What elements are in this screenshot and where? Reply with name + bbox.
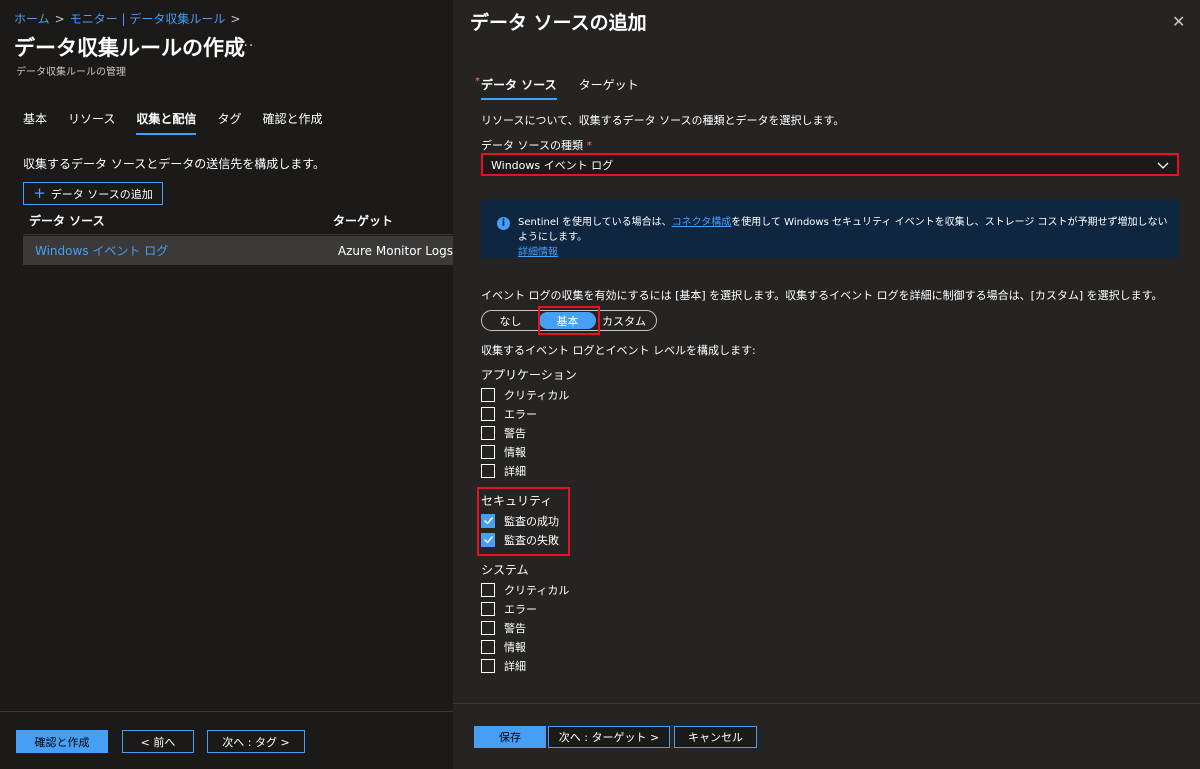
checkbox-row[interactable]: クリティカル: [481, 580, 569, 599]
checkbox[interactable]: [481, 601, 495, 616]
checkbox-row[interactable]: 情報: [481, 442, 577, 461]
tab-review-create[interactable]: 確認と作成: [262, 110, 322, 135]
checkbox[interactable]: [481, 444, 495, 459]
checkbox-label: 警告: [504, 621, 526, 635]
learn-more-link[interactable]: 詳細情報: [518, 247, 558, 258]
configure-label: 収集するイベント ログとイベント レベルを構成します:: [481, 344, 756, 357]
panel-description: リソースについて、収集するデータ ソースの種類とデータを選択します。: [481, 114, 845, 127]
checkbox-label: 情報: [504, 640, 526, 654]
plus-icon: +: [33, 184, 46, 202]
target-cell: Azure Monitor Logs: [337, 243, 453, 258]
wizard-tabs: 基本 リソース 収集と配信 タグ 確認と作成: [23, 110, 343, 135]
checkbox[interactable]: [481, 406, 495, 421]
system-group: システム クリティカル エラー 警告 情報 詳細: [481, 561, 569, 675]
group-label-application: アプリケーション: [481, 368, 577, 382]
checkbox[interactable]: [481, 425, 495, 440]
connector-config-link[interactable]: コネクタ構成: [672, 217, 732, 228]
panel-tabs: データ ソース ターゲット: [481, 76, 661, 100]
info-banner: i Sentinel を使用している場合は、コネクタ構成を使用して Window…: [481, 200, 1179, 258]
segment-custom[interactable]: カスタム: [596, 312, 652, 329]
tab-resources[interactable]: リソース: [68, 110, 115, 135]
tab-data-source[interactable]: データ ソース: [481, 76, 557, 100]
next-target-button[interactable]: 次へ : ターゲット >: [548, 726, 670, 748]
breadcrumb-monitor[interactable]: モニター | データ収集ルール: [70, 12, 226, 26]
info-text-part1: Sentinel を使用している場合は、: [518, 217, 672, 228]
left-pane: ホーム > モニター | データ収集ルール > データ収集ルールの作成 ··· データ…: [0, 0, 453, 769]
checkbox-row[interactable]: エラー: [481, 599, 569, 618]
table-header: データ ソース ターゲット: [23, 207, 453, 235]
info-text: Sentinel を使用している場合は、コネクタ構成を使用して Windows …: [518, 215, 1169, 260]
required-indicator: *: [586, 139, 592, 152]
page-title: データ収集ルールの作成: [14, 36, 245, 60]
checkbox-label: 詳細: [504, 464, 526, 478]
panel-title: データ ソースの追加: [470, 12, 647, 34]
checkbox-label: 情報: [504, 445, 526, 459]
checkbox[interactable]: [481, 658, 495, 673]
data-source-type-text: データ ソースの種類: [481, 139, 583, 152]
data-source-table: データ ソース ターゲット Windows イベント ログ Azure Moni…: [23, 207, 453, 265]
dropdown-value: Windows イベント ログ: [491, 158, 614, 172]
checkbox[interactable]: [481, 582, 495, 597]
checkbox-row[interactable]: 詳細: [481, 461, 577, 480]
add-data-source-button[interactable]: + データ ソースの追加: [23, 182, 163, 205]
level-instruction: イベント ログの収集を有効にするには [基本] を選択します。収集するイベント …: [481, 289, 1163, 302]
tab-basics[interactable]: 基本: [23, 110, 47, 135]
segment-none[interactable]: なし: [482, 312, 539, 329]
save-button[interactable]: 保存: [474, 726, 546, 748]
add-data-source-label: データ ソースの追加: [50, 187, 153, 201]
page-subtitle: データ収集ルールの管理: [16, 67, 126, 78]
breadcrumb-separator: >: [230, 12, 241, 26]
required-indicator: *: [475, 76, 480, 87]
tab-tags[interactable]: タグ: [217, 110, 241, 135]
checkbox-label: エラー: [504, 407, 537, 421]
checkbox-row[interactable]: エラー: [481, 404, 577, 423]
checkbox[interactable]: [481, 620, 495, 635]
checkbox-row[interactable]: クリティカル: [481, 385, 577, 404]
close-icon[interactable]: ✕: [1172, 12, 1185, 31]
data-source-link[interactable]: Windows イベント ログ: [23, 242, 328, 259]
footer-divider: [453, 703, 1200, 704]
footer-divider: [0, 711, 453, 712]
checkbox-label: 警告: [504, 426, 526, 440]
previous-button[interactable]: < 前へ: [122, 730, 194, 753]
chevron-down-icon: [1157, 162, 1169, 169]
tab-target[interactable]: ターゲット: [579, 76, 639, 100]
group-label-system: システム: [481, 563, 529, 577]
data-source-type-dropdown[interactable]: Windows イベント ログ: [481, 153, 1179, 176]
more-options-icon[interactable]: ···: [238, 38, 254, 54]
checkbox[interactable]: [481, 463, 495, 478]
review-create-button[interactable]: 確認と作成: [16, 730, 108, 753]
checkbox[interactable]: [481, 387, 495, 402]
checkbox-label: クリティカル: [504, 583, 570, 597]
checkbox-label: 詳細: [504, 659, 526, 673]
checkbox[interactable]: [481, 639, 495, 654]
cancel-button[interactable]: キャンセル: [674, 726, 757, 748]
security-highlight-box: [477, 487, 570, 556]
checkbox-row[interactable]: 詳細: [481, 656, 569, 675]
checkbox-label: クリティカル: [504, 388, 570, 402]
add-data-source-panel: データ ソースの追加 ✕ * データ ソース ターゲット リソースについて、収集…: [453, 0, 1200, 769]
checkbox-row[interactable]: 情報: [481, 637, 569, 656]
tab-collect-and-deliver[interactable]: 収集と配信: [136, 110, 197, 135]
next-tags-button[interactable]: 次へ : タグ >: [207, 730, 305, 753]
checkbox-row[interactable]: 警告: [481, 423, 577, 442]
basic-highlight-box: [538, 306, 600, 335]
data-source-type-label: データ ソースの種類 *: [481, 137, 592, 153]
table-row[interactable]: Windows イベント ログ Azure Monitor Logs: [23, 236, 453, 265]
checkbox-label: エラー: [504, 602, 537, 616]
application-group: アプリケーション クリティカル エラー 警告 情報 詳細: [481, 366, 577, 480]
column-header-target: ターゲット: [333, 214, 394, 228]
collect-description: 収集するデータ ソースとデータの送信先を構成します。: [23, 157, 326, 171]
breadcrumb-home[interactable]: ホーム: [14, 12, 50, 26]
column-header-data-source: データ ソース: [29, 214, 105, 228]
checkbox-row[interactable]: 警告: [481, 618, 569, 637]
breadcrumb: ホーム > モニター | データ収集ルール >: [14, 10, 245, 27]
info-icon: i: [497, 217, 510, 230]
breadcrumb-separator: >: [54, 12, 65, 26]
